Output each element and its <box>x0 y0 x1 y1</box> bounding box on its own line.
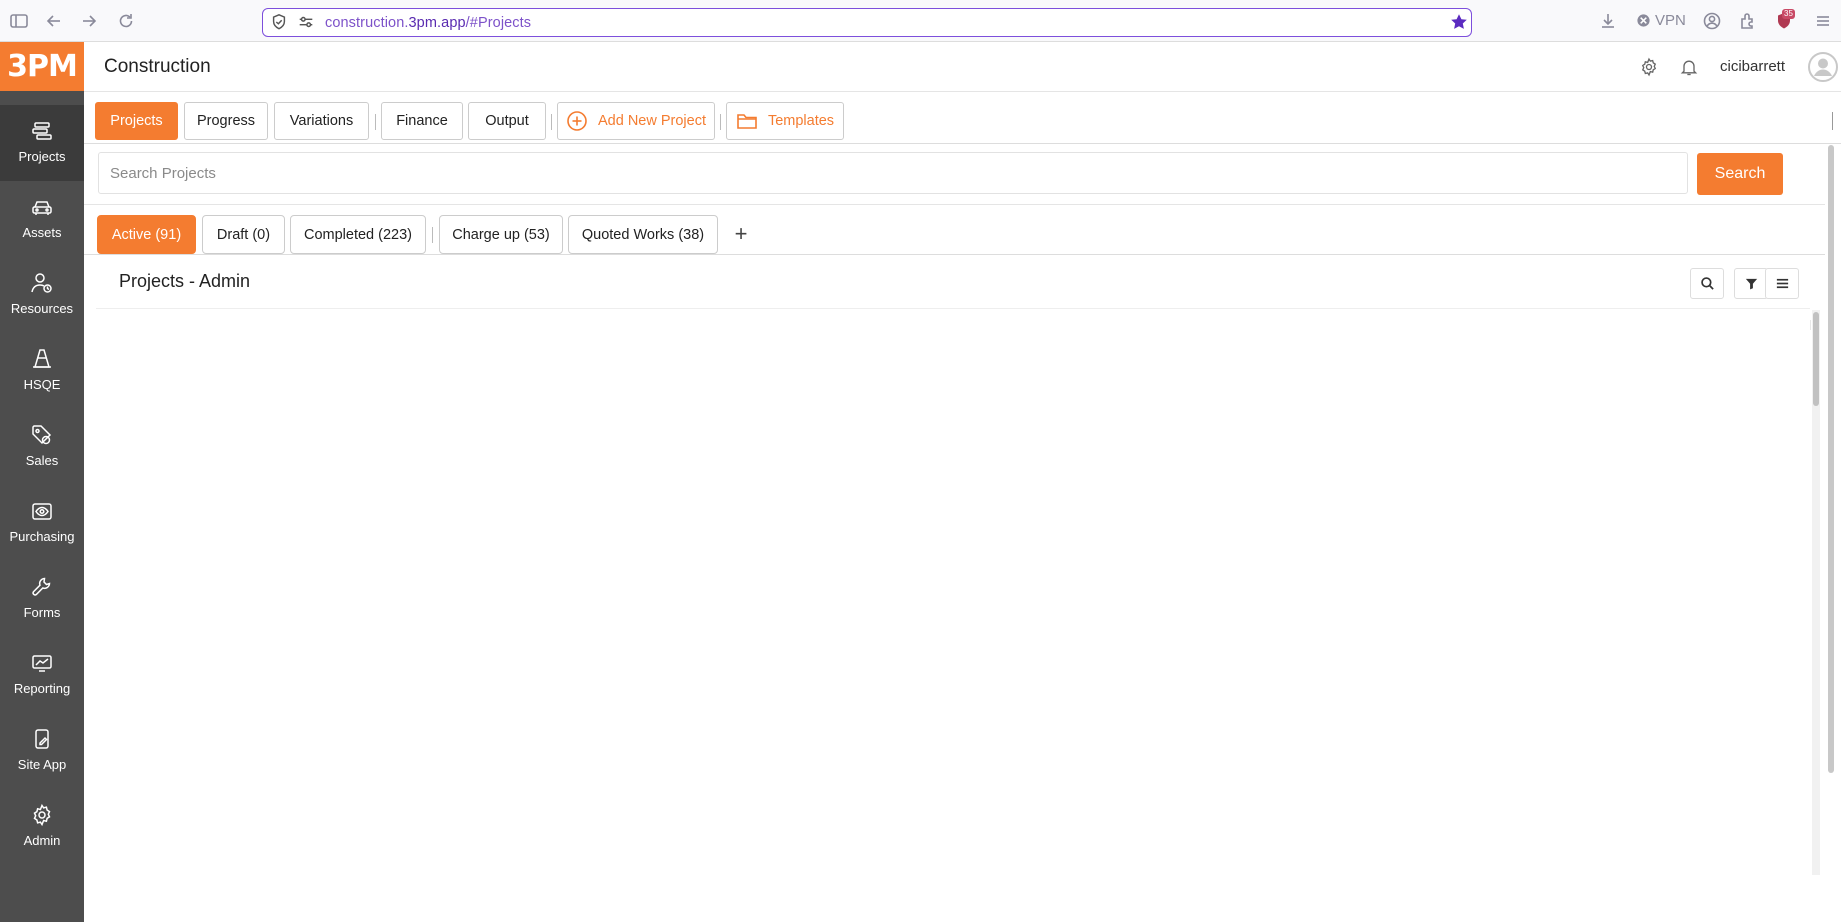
tab-quoted-works[interactable]: Quoted Works (38) <box>568 215 718 254</box>
tab-separator <box>432 227 433 243</box>
eye-icon <box>30 499 54 523</box>
tab-draft[interactable]: Draft (0) <box>202 215 285 254</box>
shield-icon[interactable] <box>270 13 288 31</box>
extension-badge: 35 <box>1782 9 1795 19</box>
search-input[interactable] <box>98 152 1688 194</box>
plus-circle-icon <box>566 110 588 132</box>
browser-toolbar: construction.3pm.app/#Projects VPN 35 <box>0 0 1841 42</box>
grid-edge <box>1810 320 1811 330</box>
tab-projects[interactable]: Projects <box>95 102 178 140</box>
url-text: construction.3pm.app/#Projects <box>325 15 532 31</box>
avatar[interactable] <box>1807 51 1839 83</box>
sidebar-item-label: Forms <box>23 605 61 620</box>
tab-finance[interactable]: Finance <box>381 102 463 140</box>
page-scrollbar-thumb[interactable] <box>1828 145 1834 773</box>
search-button[interactable]: Search <box>1697 153 1783 195</box>
vpn-icon[interactable] <box>1636 13 1651 28</box>
sidebar-item-hsqe[interactable]: HSQE <box>0 333 84 409</box>
sidebar-item-label: Assets <box>22 225 62 240</box>
sidebar-item-purchasing[interactable]: Purchasing <box>0 485 84 561</box>
sidebar-item-forms[interactable]: Forms <box>0 561 84 637</box>
list-menu-icon <box>1775 276 1790 291</box>
sidebar-item-label: Resources <box>10 301 74 316</box>
address-bar[interactable]: construction.3pm.app/#Projects <box>262 8 1472 37</box>
back-icon[interactable] <box>44 11 64 31</box>
forward-icon[interactable] <box>79 11 99 31</box>
tab-separator <box>375 114 376 130</box>
tab-active[interactable]: Active (91) <box>97 215 196 254</box>
sidebar-item-label: Reporting <box>13 681 71 696</box>
account-icon[interactable] <box>1702 11 1722 31</box>
app-header: Construction cicibarrett <box>84 42 1841 92</box>
templates-label: Templates <box>767 113 835 129</box>
projects-icon <box>30 119 54 143</box>
logo-text: 3PM <box>7 49 78 84</box>
tab-charge-up[interactable]: Charge up (53) <box>439 215 563 254</box>
projects-grid[interactable] <box>96 308 1810 874</box>
divider <box>84 254 1825 255</box>
divider <box>84 204 1825 205</box>
settings-gear-icon[interactable] <box>1639 57 1659 77</box>
sidebar-item-sales[interactable]: Sales <box>0 409 84 485</box>
folder-icon <box>736 110 758 132</box>
sidebar-item-resources[interactable]: Resources <box>0 257 84 333</box>
add-new-project-label: Add New Project <box>598 113 706 129</box>
sidebar-item-label: Projects <box>18 149 66 164</box>
filter-icon <box>1744 276 1759 291</box>
grid-filter-button[interactable] <box>1734 268 1768 299</box>
extensions-icon[interactable] <box>1738 11 1758 31</box>
add-tab-button[interactable]: + <box>731 222 751 246</box>
car-icon <box>30 195 54 219</box>
grid-menu-button[interactable] <box>1765 268 1799 299</box>
site-settings-icon[interactable] <box>297 13 315 31</box>
vpn-label[interactable]: VPN <box>1655 12 1686 29</box>
tag-icon <box>30 423 54 447</box>
grid-search-button[interactable] <box>1690 268 1724 299</box>
page-title: Construction <box>104 56 211 77</box>
logo[interactable]: 3PM <box>0 42 84 91</box>
sidebar-item-label: Sales <box>25 453 59 468</box>
resources-icon <box>30 271 54 295</box>
wrench-icon <box>30 575 54 599</box>
menu-icon[interactable] <box>1813 11 1833 31</box>
sidebar-item-projects[interactable]: Projects <box>0 105 84 181</box>
sidebar-item-label: Admin <box>23 833 61 848</box>
grid-scrollbar-thumb[interactable] <box>1813 312 1819 406</box>
sidebar-toggle-icon[interactable] <box>9 11 29 31</box>
add-new-project-button[interactable]: Add New Project <box>557 102 715 140</box>
reload-icon[interactable] <box>116 11 136 31</box>
bell-icon[interactable] <box>1679 57 1699 77</box>
sidebar-item-label: Purchasing <box>9 529 75 544</box>
main-tabs: Projects Progress Variations Finance Out… <box>84 92 1841 144</box>
download-icon[interactable] <box>1598 11 1618 31</box>
tab-separator <box>551 114 552 130</box>
chart-icon <box>30 651 54 675</box>
sidebar-item-admin[interactable]: Admin <box>0 789 84 865</box>
sidebar-item-assets[interactable]: Assets <box>0 181 84 257</box>
gear-icon <box>30 803 54 827</box>
sidebar-item-label: HSQE <box>23 377 61 392</box>
cone-icon <box>30 347 54 371</box>
tab-separator <box>1832 112 1833 130</box>
mobile-icon <box>30 727 54 751</box>
search-icon <box>1700 276 1715 291</box>
sidebar-item-label: Site App <box>17 757 67 772</box>
tab-completed[interactable]: Completed (223) <box>290 215 426 254</box>
tab-separator <box>720 114 721 130</box>
sidebar-item-site-app[interactable]: Site App <box>0 713 84 789</box>
sidebar: 3PM Projects Assets Resources HSQE Sales <box>0 42 84 922</box>
username[interactable]: cicibarrett <box>1720 58 1785 75</box>
tab-progress[interactable]: Progress <box>184 102 268 140</box>
tab-variations[interactable]: Variations <box>274 102 369 140</box>
templates-button[interactable]: Templates <box>726 102 844 140</box>
sidebar-item-reporting[interactable]: Reporting <box>0 637 84 713</box>
panel-title: Projects - Admin <box>119 271 251 291</box>
tab-output[interactable]: Output <box>468 102 546 140</box>
bookmark-star-icon[interactable] <box>1449 12 1469 32</box>
